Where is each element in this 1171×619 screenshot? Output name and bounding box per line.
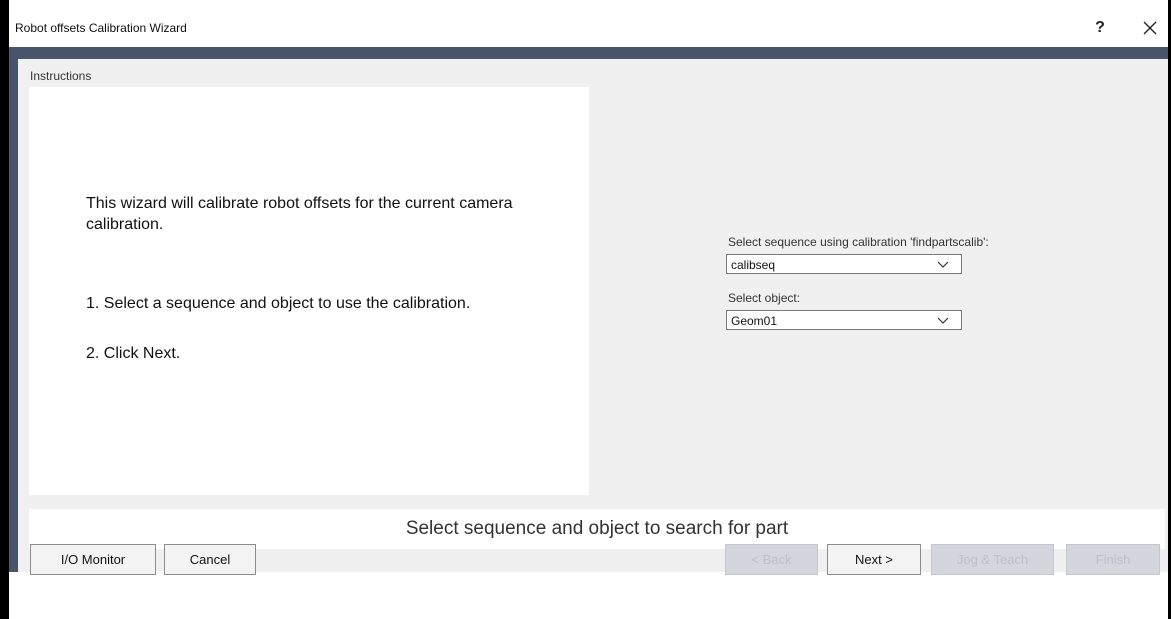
help-button[interactable]: ?	[1087, 17, 1113, 39]
jog-teach-button[interactable]: Jog & Teach	[931, 544, 1054, 575]
instructions-label: Instructions	[30, 69, 92, 83]
instructions-step-2: 2. Click Next.	[86, 345, 181, 362]
finish-button[interactable]: Finish	[1066, 544, 1160, 575]
main-area: Instructions This wizard will calibrate …	[9, 47, 1168, 572]
close-icon	[1143, 21, 1157, 35]
title-bar: Robot offsets Calibration Wizard ?	[9, 9, 1168, 47]
cancel-button[interactable]: Cancel	[164, 544, 256, 575]
window-title: Robot offsets Calibration Wizard	[15, 21, 187, 35]
window-frame-left	[0, 0, 9, 619]
status-bar: Select sequence and object to search for…	[29, 509, 1165, 549]
object-label: Select object:	[728, 291, 801, 305]
io-monitor-button[interactable]: I/O Monitor	[30, 544, 156, 575]
close-button[interactable]	[1137, 17, 1163, 39]
content-panel: Instructions This wizard will calibrate …	[18, 59, 1168, 572]
sequence-label: Select sequence using calibration 'findp…	[728, 235, 989, 249]
object-select-value: Geom01	[731, 314, 778, 328]
sequence-select-value: calibseq	[731, 258, 776, 272]
back-button[interactable]: < Back	[725, 544, 818, 575]
chevron-down-icon	[937, 261, 949, 268]
sequence-select[interactable]: calibseq	[726, 254, 962, 274]
instructions-step-1: 1. Select a sequence and object to use t…	[86, 295, 471, 312]
instructions-intro: This wizard will calibrate robot offsets…	[86, 195, 513, 233]
object-select[interactable]: Geom01	[726, 310, 962, 330]
instructions-box: This wizard will calibrate robot offsets…	[29, 87, 589, 495]
chevron-down-icon	[937, 317, 949, 324]
next-button[interactable]: Next >	[827, 544, 921, 575]
